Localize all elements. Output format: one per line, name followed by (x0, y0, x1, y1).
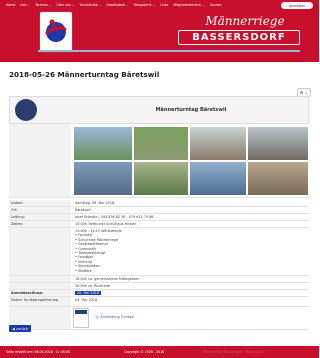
table-row: Zeiten: 10:00h Treffpunkt Schulhaus Hirs… (9, 221, 309, 228)
list-item: 11:00h - 14:15 Wettkämpfe (75, 229, 122, 233)
club-logo[interactable] (40, 12, 72, 52)
gallery-photo[interactable] (73, 161, 133, 196)
row-key-leitung: Leitung: (9, 214, 71, 220)
back-button-label: ◀ zurück (12, 326, 28, 331)
list-item: • Schulreise Männerriege (75, 237, 118, 242)
row-value-ort: Bäretswil (75, 208, 91, 212)
row-value-rueckreise: 18:00h ca. Rückreise (75, 284, 111, 288)
gallery-photo[interactable] (247, 161, 309, 196)
gallery-photo[interactable] (189, 126, 247, 161)
document-link[interactable]: 📎 Anmeldung Turntag (95, 315, 134, 319)
list-item: • Faustball (75, 255, 94, 260)
nav-item-links[interactable]: Links (160, 3, 168, 7)
row-value-leitung: Josef Brändle | 044 836 82 56 · 079 613 … (75, 215, 154, 219)
row-key-anmeldeschluss: Anmeldeschluss: (9, 290, 71, 296)
gallery-photo[interactable] (73, 126, 133, 161)
nav-item-suchen[interactable]: Suchen (210, 3, 222, 7)
program-row: 11:00h - 14:15 Wettkämpfe • Fachtest • S… (9, 228, 309, 276)
row-value-zeiten: 10:00h Treffpunkt Schulhaus Hirslen (75, 222, 137, 226)
row-key-registrierung: Datum Turntagregistrierung (9, 297, 71, 306)
table-row: Leitung: Josef Brändle | 044 836 82 56 ·… (9, 214, 309, 221)
row-key-empty (9, 283, 71, 289)
brand-title: Männerriege (205, 14, 285, 28)
nav-item-home[interactable]: Home (6, 3, 15, 7)
row-key-zeiten: Zeiten: (9, 221, 71, 227)
login-button[interactable]: Anmelden (281, 2, 313, 9)
photo-gallery (73, 126, 309, 196)
table-row: Datum: Samstag, 26. Mai 2018 (9, 200, 309, 207)
nav-item-mitgliederbereich[interactable]: Mitgliederbereich ⌄ (173, 3, 204, 7)
turnverband-logo-icon (15, 99, 37, 121)
gallery-photo[interactable] (189, 161, 247, 196)
nav-item-termine[interactable]: Termine ⌄ (35, 3, 51, 7)
site-footer: Seite erstellt am: 06.04.2018 · 11:45:05… (0, 346, 319, 358)
nav-item-fotogalerie[interactable]: Fotogalerie ⌄ (134, 3, 156, 7)
gymnast-logo-icon (44, 19, 67, 42)
list-item: • Teamwettkampf (75, 250, 106, 255)
list-item: • Gymnastik (75, 246, 97, 251)
document-thumbnail[interactable] (73, 308, 89, 328)
nav-item-ueber-uns[interactable]: Über uns ⌄ (56, 3, 74, 7)
event-heading: Männerturntag Bäretswil (155, 107, 227, 113)
list-item: • Fachtest (75, 233, 93, 238)
list-item: • Gerätewettkampf (75, 242, 108, 247)
list-item: • Stafette (75, 268, 92, 273)
event-heading-row: Männerturntag Bäretswil (9, 96, 309, 124)
deadline-badge: 20. Mai 2018 (75, 291, 102, 295)
photo-row-key (9, 124, 71, 197)
footer-created: Seite erstellt am: 06.04.2018 · 11:45:05 (6, 350, 71, 354)
table-row: Anmeldeschluss: 20. Mai 2018 (9, 290, 309, 297)
row-value-mittagessen: 16:00h ca. gemeinsames Mittagessen (75, 277, 140, 281)
header-divider (38, 50, 300, 52)
back-button[interactable]: ◀ zurück (9, 325, 31, 332)
table-row: 18:00h ca. Rückreise (9, 283, 309, 290)
table-row: 16:00h ca. gemeinsames Mittagessen (9, 276, 309, 283)
footer-copyright: Copyright © 1928 - 2018 (124, 350, 165, 354)
program-list: 11:00h - 14:15 Wettkämpfe • Fachtest • S… (73, 228, 309, 275)
list-item: • Steinstossen (75, 264, 100, 269)
table-row: Ort: Bäretswil (9, 207, 309, 214)
table-row: Datum Turntagregistrierung 24. Mai 2018 (9, 297, 309, 307)
nav-item-geselligkeit[interactable]: Geselligkeit ⌄ (106, 3, 128, 7)
row-value-anmeldeschluss: 20. Mai 2018 (73, 290, 309, 296)
footer-webmaster-link[interactable]: Männerriege Bassersdorf · Webmaster (203, 350, 264, 354)
row-key-empty (9, 276, 71, 282)
document-header-bar (75, 310, 87, 314)
site-header: Home Info ⌄ Termine ⌄ Über uns ⌄ Turnbet… (0, 0, 319, 62)
nav-item-turnbetrieb[interactable]: Turnbetrieb ⌄ (79, 3, 101, 7)
row-key-datum: Datum: (9, 200, 71, 206)
row-value-datum: Samstag, 26. Mai 2018 (75, 201, 115, 205)
list-item: • Intercup (75, 259, 93, 264)
row-value-registrierung: 24. Mai 2018 (75, 298, 98, 302)
login-label: Anmelden (288, 3, 306, 8)
gallery-photo[interactable] (133, 161, 189, 196)
page-title: 2018-05-26 Männerturntag Bäretswil (9, 70, 160, 79)
gallery-photo[interactable] (247, 126, 309, 161)
row-key-ort: Ort: (9, 207, 71, 213)
gallery-photo[interactable] (133, 126, 189, 161)
program-row-key (9, 228, 71, 275)
nav-item-info[interactable]: Info ⌄ (20, 3, 30, 7)
brand-subtitle: BASSERSDORF (178, 30, 300, 45)
document-row: 📎 Anmeldung Turntag (9, 307, 309, 330)
top-nav: Home Info ⌄ Termine ⌄ Über uns ⌄ Turnbet… (0, 0, 319, 10)
